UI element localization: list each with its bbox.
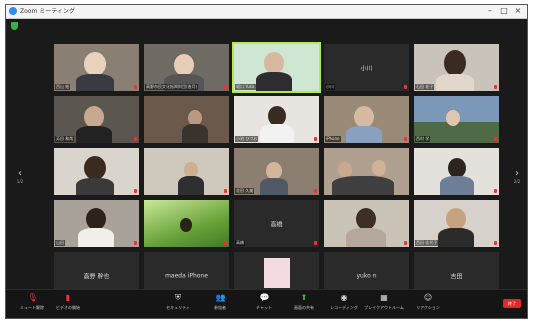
participant-name: 西山 結 [55, 84, 71, 90]
muted-mic-icon [224, 189, 227, 193]
muted-mic-icon [314, 137, 317, 141]
zoom-window: Zoom ミーティング – □ × ‹ 1/2 › 2/2 西山 結 高野市民文… [5, 4, 528, 319]
muted-mic-icon [134, 85, 137, 89]
muted-mic-icon [494, 85, 497, 89]
share-screen-icon: ⬆ [300, 293, 308, 302]
maximize-button[interactable]: □ [497, 5, 511, 17]
security-label: セキュリティ [166, 305, 190, 310]
share-screen-label: 画面の共有 [294, 305, 314, 310]
chevron-right-icon: › [515, 168, 519, 179]
video-tile[interactable] [144, 148, 229, 195]
participant-name: 西村 学 [415, 136, 431, 142]
window-title: Zoom ミーティング [20, 8, 75, 15]
video-tile[interactable]: 西村 学 [414, 96, 499, 143]
participants-button[interactable]: 👥 参加者 [198, 293, 242, 315]
title-bar: Zoom ミーティング – □ × [6, 5, 527, 19]
participant-name: 山田 [55, 240, 65, 246]
muted-mic-icon [494, 189, 497, 193]
close-button[interactable]: × [511, 5, 525, 17]
participant-name: iPhone [325, 136, 341, 142]
participant-name-center: maeda iPhone [165, 272, 208, 279]
participant-name: 高野市民文化振興財団(香月) [145, 84, 199, 90]
participant-name: 芳田 和哉 [55, 136, 75, 142]
video-tile[interactable]: 高野市民文化振興財団(香月) [144, 44, 229, 91]
muted-mic-icon [224, 85, 227, 89]
participant-name-center: 小川 [360, 65, 373, 72]
muted-mic-icon [224, 241, 227, 245]
reaction-icon: ☺ [423, 293, 433, 302]
breakout-icon: ▦ [380, 293, 388, 302]
chat-icon: 💬 [259, 293, 270, 302]
participant-name: 西田 佳代子 [415, 240, 439, 246]
chevron-left-icon: ‹ [18, 168, 22, 179]
video-tile[interactable]: 高橋 高橋 [234, 200, 319, 247]
video-tile[interactable]: 小池 ひでお [234, 96, 319, 143]
muted-mic-icon [134, 137, 137, 141]
chat-button[interactable]: 💬 チャット [242, 293, 286, 315]
meeting-toolbar: 🎙 ミュート解除 ▮ ビデオの開始 ⛨ セキュリティ 👥 参加者 💬 チャット … [6, 289, 527, 318]
chat-label: チャット [256, 305, 272, 310]
prev-page-indicator: 1/2 [16, 179, 24, 184]
participant-name: 堀口 Yuka [235, 84, 256, 90]
next-page-button[interactable]: › 2/2 [511, 159, 523, 189]
video-tile[interactable]: 花田 久美 [234, 148, 319, 195]
record-icon: ◉ [340, 293, 348, 302]
muted-mic-icon [404, 241, 407, 245]
encryption-shield-icon[interactable] [11, 22, 18, 30]
next-page-indicator: 2/2 [513, 179, 521, 184]
minimize-button[interactable]: – [483, 5, 497, 17]
participant-name-center: 高野 幹也 [83, 273, 110, 280]
video-tile[interactable]: 西山 結 [54, 44, 139, 91]
security-button[interactable]: ⛨ セキュリティ [156, 293, 200, 315]
muted-mic-icon [404, 137, 407, 141]
video-tile-active-speaker[interactable]: 堀口 Yuka [232, 42, 321, 93]
video-tile[interactable]: iPhone [324, 96, 409, 143]
start-video-label: ビデオの開始 [56, 305, 80, 310]
video-tile[interactable] [324, 200, 409, 247]
participant-name: 小川 [325, 84, 335, 90]
video-tile[interactable]: 小川 小川 [324, 44, 409, 91]
video-tile[interactable]: 芳田 和哉 [54, 96, 139, 143]
breakout-rooms-button[interactable]: ▦ ブレイクアウトルーム [362, 293, 406, 315]
participant-name-center: 吉田 [450, 273, 463, 280]
participants-icon: 👥 [215, 293, 226, 302]
end-meeting-button[interactable]: 終了 [503, 299, 521, 308]
muted-mic-icon [494, 241, 497, 245]
reactions-button[interactable]: ☺ リアクション [406, 293, 450, 315]
zoom-logo-icon [9, 7, 17, 15]
muted-mic-icon [134, 241, 137, 245]
video-tile[interactable]: 山田 [54, 200, 139, 247]
video-tile[interactable] [54, 148, 139, 195]
reaction-label: リアクション [416, 305, 440, 310]
video-icon: ▮ [65, 293, 71, 302]
participants-label: 参加者 [214, 305, 226, 310]
muted-mic-icon [314, 189, 317, 193]
video-tile[interactable] [144, 96, 229, 143]
participant-name: 花田 久美 [235, 188, 255, 194]
shield-icon: ⛨ [175, 293, 181, 302]
participant-name: 小池 ひでお [235, 136, 259, 142]
participant-name: 高橋 [235, 240, 245, 246]
muted-mic-icon [494, 137, 497, 141]
breakout-label: ブレイクアウトルーム [364, 305, 404, 310]
record-button[interactable]: ◉ レコーディング [322, 293, 366, 315]
participant-name-center: 高橋 [270, 221, 283, 228]
previous-page-button[interactable]: ‹ 1/2 [14, 159, 26, 189]
participant-name-center: yuko n [356, 272, 377, 279]
participant-name: 石田 花子 [415, 84, 435, 90]
video-tile[interactable] [324, 148, 409, 195]
video-tile[interactable]: 石田 花子 [414, 44, 499, 91]
share-screen-button[interactable]: ⬆ 画面の共有 [282, 293, 326, 315]
mic-icon: 🎙 [27, 293, 38, 302]
video-tile[interactable]: 西田 佳代子 [414, 200, 499, 247]
record-label: レコーディング [330, 305, 358, 310]
muted-mic-icon [134, 189, 137, 193]
muted-mic-icon [314, 241, 317, 245]
muted-mic-icon [404, 85, 407, 89]
start-video-button[interactable]: ▮ ビデオの開始 [46, 293, 90, 315]
video-tile[interactable] [414, 148, 499, 195]
video-tile[interactable] [144, 200, 229, 247]
